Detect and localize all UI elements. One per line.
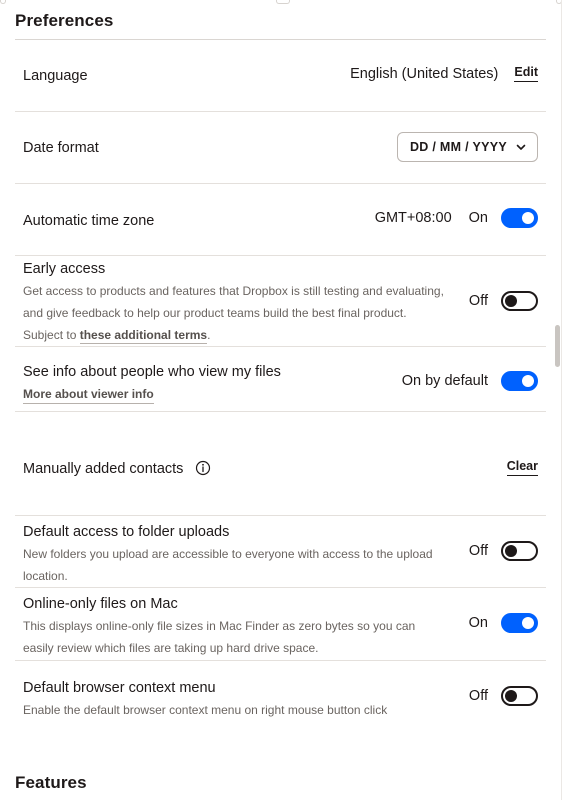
- viewer-info-label: See info about people who view my files: [23, 364, 281, 380]
- toggle-knob: [505, 295, 517, 307]
- early-access-state: Off: [468, 293, 488, 309]
- online-only-state: On: [468, 615, 488, 631]
- early-access-description: Get access to products and features that…: [23, 280, 446, 346]
- contacts-row: Manually added contacts Clear: [15, 412, 546, 516]
- features-title: Features: [15, 773, 87, 792]
- top-edge: [0, 0, 562, 4]
- toggle-knob: [522, 617, 534, 629]
- date-format-select[interactable]: DD / MM / YYYY: [396, 132, 538, 162]
- online-only-row: Online-only files on Mac This displays o…: [15, 588, 546, 661]
- toggle-knob: [505, 545, 517, 557]
- scrollbar-thumb[interactable]: [555, 325, 560, 367]
- folder-uploads-row: Default access to folder uploads New fol…: [15, 516, 546, 588]
- folder-uploads-toggle[interactable]: [501, 541, 538, 561]
- online-only-description: This displays online-only file sizes in …: [23, 619, 416, 655]
- folder-uploads-description: New folders you upload are accessible to…: [23, 547, 433, 583]
- early-access-toggle[interactable]: [501, 291, 538, 311]
- time-zone-state: On: [468, 210, 488, 226]
- viewer-info-state: On by default: [401, 373, 488, 389]
- info-icon[interactable]: [195, 460, 211, 476]
- viewer-info-toggle[interactable]: [501, 371, 538, 391]
- viewer-info-row: See info about people who view my files …: [15, 347, 546, 412]
- context-menu-label: Default browser context menu: [23, 680, 216, 696]
- contacts-label: Manually added contacts: [23, 460, 446, 478]
- edit-language-button[interactable]: Edit: [514, 65, 538, 82]
- folder-uploads-label: Default access to folder uploads: [23, 524, 230, 540]
- language-value: English (United States): [350, 65, 499, 82]
- preferences-title: Preferences: [15, 11, 114, 30]
- online-only-toggle[interactable]: [501, 613, 538, 633]
- preferences-panel: Language English (United States) Edit Da…: [15, 39, 546, 733]
- center-mark: [276, 0, 290, 4]
- additional-terms-link[interactable]: these additional terms: [79, 328, 208, 344]
- toggle-knob: [522, 212, 534, 224]
- folder-uploads-state: Off: [468, 543, 488, 559]
- early-access-row: Early access Get access to products and …: [15, 256, 546, 347]
- date-format-row: Date format DD / MM / YYYY: [15, 112, 546, 184]
- early-access-desc-suffix: .: [207, 328, 211, 342]
- time-zone-value: GMT+08:00: [374, 210, 452, 226]
- context-menu-row: Default browser context menu Enable the …: [15, 661, 546, 733]
- toggle-knob: [505, 690, 517, 702]
- date-format-selected: DD / MM / YYYY: [409, 140, 507, 154]
- chevron-down-icon: [516, 144, 526, 150]
- viewer-info-link[interactable]: More about viewer info: [23, 385, 154, 404]
- language-row: Language English (United States) Edit: [15, 40, 546, 112]
- online-only-label: Online-only files on Mac: [23, 596, 178, 612]
- context-menu-toggle[interactable]: [501, 686, 538, 706]
- toggle-knob: [522, 375, 534, 387]
- context-menu-state: Off: [468, 688, 488, 704]
- contacts-label-text: Manually added contacts: [23, 461, 184, 477]
- corner-mark: [0, 0, 6, 4]
- time-zone-row: Automatic time zone GMT+08:00 On: [15, 184, 546, 256]
- early-access-label: Early access: [23, 261, 106, 277]
- settings-page: Preferences Language English (United Sta…: [0, 0, 562, 800]
- date-format-label: Date format: [23, 140, 99, 156]
- context-menu-description: Enable the default browser context menu …: [23, 703, 388, 717]
- time-zone-toggle[interactable]: [501, 208, 538, 228]
- clear-contacts-button[interactable]: Clear: [506, 459, 538, 476]
